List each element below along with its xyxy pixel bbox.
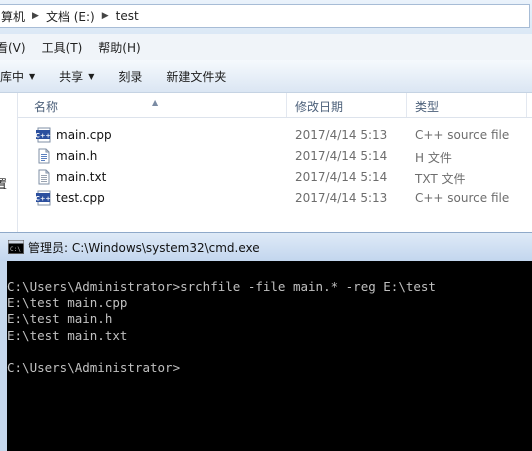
column-header-name[interactable]: 名称: [34, 98, 58, 115]
header-file-icon: [38, 148, 50, 164]
file-row[interactable]: C++ main.cpp 2017/4/14 5:13 C++ source f…: [18, 125, 532, 146]
console-prompt: C:\Users\Administrator>: [7, 359, 181, 375]
breadcrumb-test[interactable]: test: [112, 9, 143, 23]
column-divider[interactable]: [526, 93, 527, 117]
file-type: C++ source file: [415, 128, 510, 142]
address-breadcrumb[interactable]: 算机 ▶ 文档 (E:) ▶ test: [0, 4, 530, 28]
navigation-pane[interactable]: 置: [0, 93, 18, 232]
file-type: TXT 文件: [415, 172, 466, 186]
breadcrumb-computer[interactable]: 算机: [0, 8, 29, 25]
file-row[interactable]: main.txt 2017/4/14 5:14 TXT 文件: [18, 167, 532, 188]
menu-help[interactable]: 帮助(H): [90, 37, 148, 58]
console-line: E:\test main.txt: [7, 327, 128, 343]
file-date: 2017/4/14 5:14: [295, 149, 388, 163]
share-button[interactable]: 共享 ▼: [47, 68, 106, 85]
include-in-library-label: 库中: [0, 69, 25, 84]
console-output[interactable]: C:\Users\Administrator>srchfile -file ma…: [7, 261, 532, 451]
breadcrumb-drive-e[interactable]: 文档 (E:): [42, 8, 99, 25]
dropdown-arrow-icon: ▼: [88, 71, 95, 81]
file-name: main.h: [56, 149, 98, 163]
address-bar: 算机 ▶ 文档 (E:) ▶ test: [0, 0, 532, 34]
menu-tools[interactable]: 工具(T): [34, 37, 91, 58]
menu-view[interactable]: 看(V): [0, 37, 34, 58]
include-in-library-button[interactable]: 库中 ▼: [0, 68, 47, 85]
svg-text:C++: C++: [36, 131, 51, 139]
console-line: E:\test main.h: [7, 311, 113, 327]
new-folder-button[interactable]: 新建文件夹: [154, 68, 238, 85]
file-list: ▲ 名称 修改日期 类型 C++ main.cpp 2017/4/14 5:13…: [18, 93, 532, 232]
explorer-window: 算机 ▶ 文档 (E:) ▶ test 看(V) 工具(T) 帮助(H) 库中 …: [0, 0, 532, 232]
cmd-title: 管理员: C:\Windows\system32\cmd.exe: [28, 240, 260, 255]
sort-ascending-icon: ▲: [152, 98, 159, 107]
text-file-icon: [38, 169, 50, 185]
cmd-title-bar[interactable]: C:\ 管理员: C:\Windows\system32\cmd.exe: [0, 233, 532, 261]
breadcrumb-arrow-icon[interactable]: ▶: [29, 11, 42, 21]
file-name: test.cpp: [56, 191, 105, 205]
cmd-window: C:\ 管理员: C:\Windows\system32\cmd.exe C:\…: [0, 232, 532, 451]
file-name: main.cpp: [56, 128, 112, 142]
burn-button[interactable]: 刻录: [106, 68, 154, 85]
file-row[interactable]: C++ test.cpp 2017/4/14 5:13 C++ source f…: [18, 188, 532, 209]
column-header-type[interactable]: 类型: [415, 98, 439, 115]
file-name: main.txt: [56, 170, 107, 184]
svg-text:C++: C++: [36, 194, 51, 202]
file-date: 2017/4/14 5:13: [295, 191, 388, 205]
column-divider[interactable]: [406, 93, 407, 117]
file-row[interactable]: main.h 2017/4/14 5:14 H 文件: [18, 146, 532, 167]
column-divider[interactable]: [286, 93, 287, 117]
console-line: E:\test main.cpp: [7, 295, 128, 311]
column-header-date[interactable]: 修改日期: [295, 98, 343, 115]
column-header-row: ▲ 名称 修改日期 类型: [18, 93, 532, 118]
nav-item-label[interactable]: 置: [0, 175, 7, 192]
console-icon: C:\: [8, 240, 24, 254]
cpp-file-icon: C++: [36, 190, 51, 206]
file-date: 2017/4/14 5:13: [295, 128, 388, 142]
svg-text:C:\: C:\: [10, 246, 21, 253]
cpp-file-icon: C++: [36, 127, 51, 143]
menu-bar: 看(V) 工具(T) 帮助(H): [0, 34, 532, 60]
breadcrumb-arrow-icon[interactable]: ▶: [99, 11, 112, 21]
share-label: 共享: [59, 69, 84, 84]
dropdown-arrow-icon: ▼: [29, 71, 36, 81]
command-toolbar: 库中 ▼ 共享 ▼ 刻录 新建文件夹: [0, 60, 532, 93]
file-type: H 文件: [415, 151, 452, 165]
file-type: C++ source file: [415, 191, 510, 205]
console-line: C:\Users\Administrator>srchfile -file ma…: [7, 279, 436, 294]
file-date: 2017/4/14 5:14: [295, 170, 388, 184]
